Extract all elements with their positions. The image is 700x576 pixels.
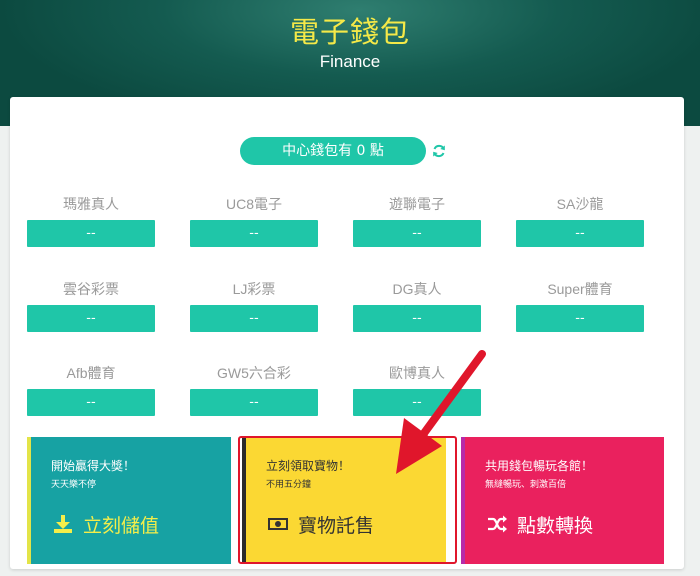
game-balance: -- (27, 220, 155, 247)
point-transfer-panel[interactable]: 共用錢包暢玩各館！ 無縫暢玩、刺激百倍 點數轉換 (461, 437, 664, 564)
deposit-button-label: 立刻儲值 (83, 515, 160, 537)
game-name: GW5六合彩 (217, 365, 291, 381)
point-transfer-button-label: 點數轉換 (517, 515, 594, 537)
game-balance: -- (190, 220, 318, 247)
download-icon (54, 515, 72, 533)
game-name: DG真人 (392, 281, 442, 297)
deposit-panel[interactable]: 開始贏得大獎！ 天天樂不停 立刻儲值 (27, 437, 231, 564)
game-name: LJ彩票 (232, 281, 276, 297)
game-balance: -- (190, 305, 318, 332)
game-name: 遊聯電子 (389, 196, 445, 212)
game-balance: -- (353, 220, 481, 247)
game-name: Afb體育 (66, 365, 116, 381)
game-balance: -- (516, 220, 644, 247)
panel-title: 共用錢包暢玩各館！ (485, 459, 594, 473)
game-balance: -- (516, 305, 644, 332)
game-name: UC8電子 (225, 196, 282, 212)
panel-subtitle: 無縫暢玩、刺激百倍 (485, 480, 567, 490)
game-name: SA沙龍 (556, 196, 604, 212)
shuffle-icon (488, 515, 507, 533)
game-name: Super體育 (547, 281, 613, 297)
panel-title: 開始贏得大獎！ (51, 459, 136, 473)
page-title: 電子錢包 (289, 15, 410, 49)
refresh-icon[interactable] (432, 143, 446, 159)
game-name: 雲谷彩票 (63, 281, 119, 297)
game-balance: -- (27, 389, 155, 416)
game-balance: -- (27, 305, 155, 332)
arrow-pointer-icon (396, 350, 486, 474)
panel-subtitle: 天天樂不停 (51, 480, 97, 490)
game-balance: -- (190, 389, 318, 416)
game-name: 瑪雅真人 (63, 196, 119, 212)
central-wallet-balance: 中心錢包有 0 點 (240, 137, 426, 165)
page-subtitle: Finance (319, 52, 381, 71)
game-balance: -- (353, 305, 481, 332)
